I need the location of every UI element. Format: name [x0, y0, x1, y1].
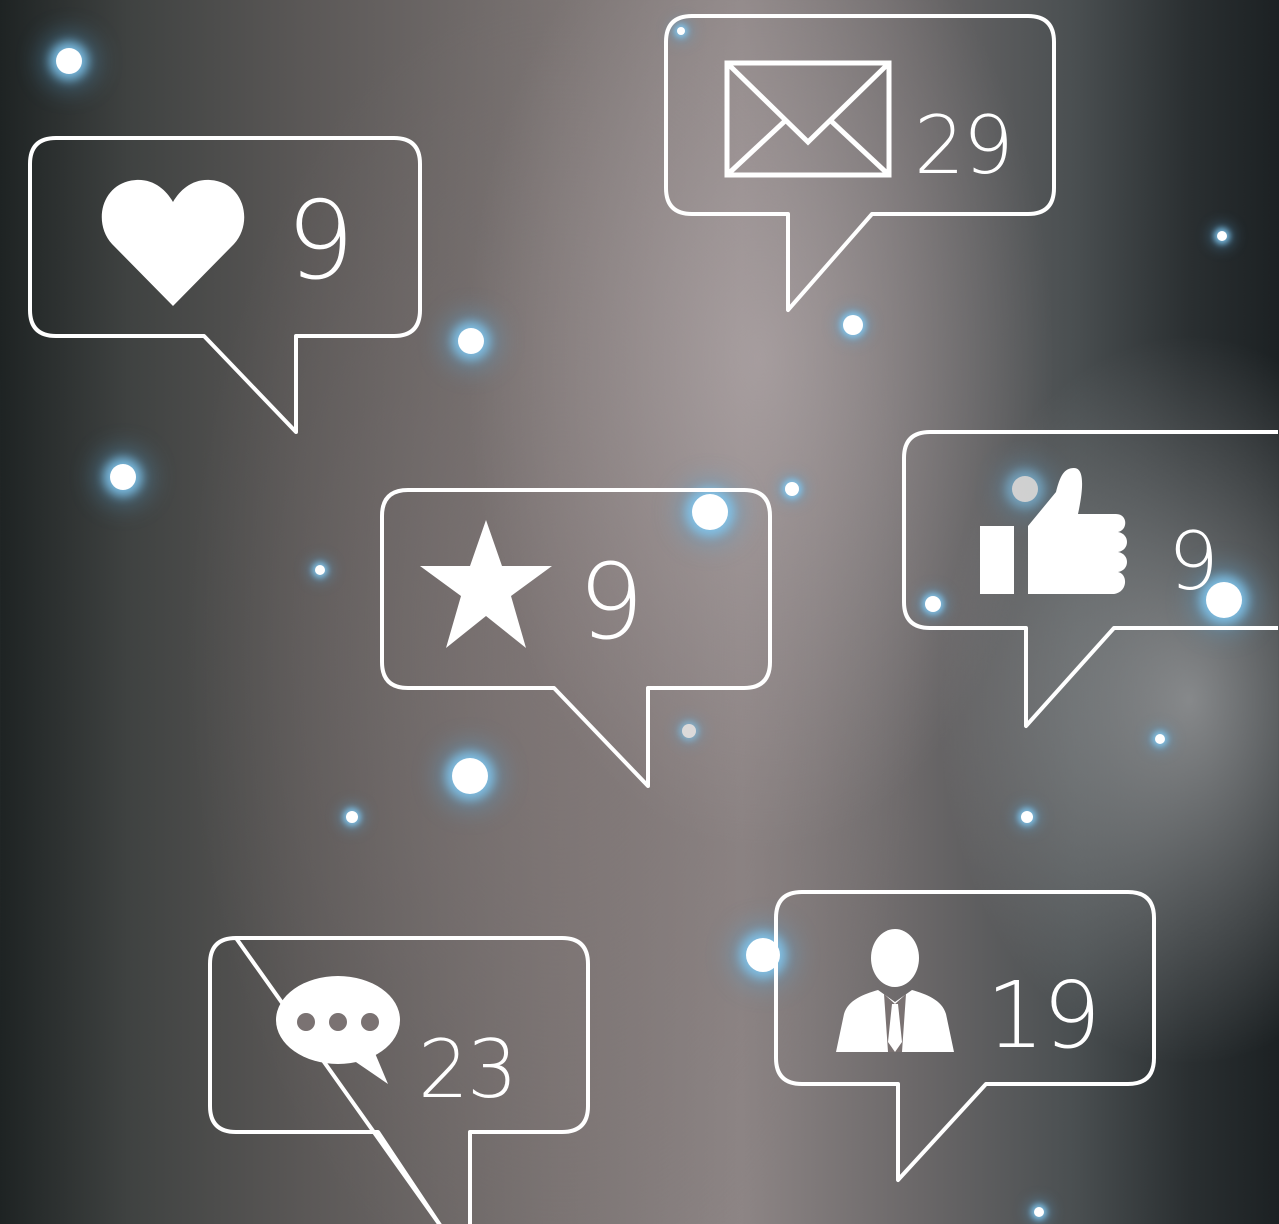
glow-particle [1034, 1207, 1044, 1217]
social-notification-scene: 9 29 9 9 23 19 [0, 0, 1279, 1224]
thumbs-up-count: 9 [1168, 515, 1219, 608]
glow-particle [110, 464, 136, 490]
envelope-icon [724, 60, 892, 178]
comments-bubble: 23 [208, 936, 592, 1224]
glow-particle [315, 565, 325, 575]
thumbs-up-icon [980, 466, 1130, 600]
chat-bubble-icon [276, 974, 406, 1086]
likes-thumbs-up-bubble: 9 [902, 430, 1279, 732]
heart-count: 9 [286, 179, 355, 304]
heart-icon [100, 176, 246, 308]
follower-count: 19 [986, 962, 1101, 1069]
speech-bubble-outline [774, 890, 1156, 1182]
glow-particle [785, 482, 799, 496]
glow-particle [1217, 231, 1227, 241]
glow-particle [843, 315, 863, 335]
messages-mail-bubble: 29 [664, 14, 1058, 314]
glow-particle [56, 48, 82, 74]
star-count: 9 [578, 541, 644, 663]
mail-count: 29 [914, 99, 1014, 192]
star-icon [418, 518, 554, 650]
glow-particle [458, 328, 484, 354]
glow-particle [1155, 734, 1165, 744]
likes-heart-bubble: 9 [28, 136, 422, 436]
comment-count: 23 [418, 1023, 518, 1116]
glow-particle [346, 811, 358, 823]
person-icon [834, 928, 956, 1054]
favorites-star-bubble: 9 [380, 488, 774, 790]
followers-bubble: 19 [774, 890, 1158, 1186]
glow-particle [1021, 811, 1033, 823]
